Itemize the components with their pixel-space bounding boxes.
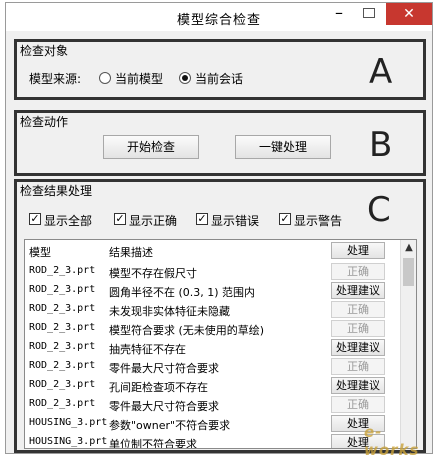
minimize-button[interactable]: – <box>328 5 350 25</box>
row-description: 模型不存在假尺寸 <box>109 267 197 280</box>
panel-b-letter: B <box>369 125 393 165</box>
row-description: 单位制不符合要求 <box>109 438 197 449</box>
column-header-action[interactable]: 处理 <box>331 242 385 259</box>
close-button[interactable]: ✕ <box>386 3 432 25</box>
row-model: ROD_2_3.prt <box>29 265 96 276</box>
panel-a-letter: A <box>369 52 393 92</box>
show-warning-checkbox[interactable]: ✓ <box>279 213 291 225</box>
row-model: HOUSING_3.prt <box>29 436 108 447</box>
results-scrollbar[interactable]: ▲ <box>400 240 416 448</box>
scroll-up-icon[interactable]: ▲ <box>401 240 416 256</box>
row-model: ROD_2_3.prt <box>29 398 96 409</box>
row-description: 抽壳特征不存在 <box>109 343 186 356</box>
row-status-label: 正确 <box>331 396 385 413</box>
panel-check-results: 检查结果处理 ✓ 显示全部 ✓ 显示正确 ✓ 显示错误 ✓ 显示警告 C 模型 … <box>14 179 426 453</box>
row-model: HOUSING_3.prt <box>29 417 108 428</box>
row-action-button[interactable]: 处理建议 <box>331 377 385 394</box>
row-model: ROD_2_3.prt <box>29 360 96 371</box>
table-row[interactable]: ROD_2_3.prt 未发现非实体特征未隐藏 正确 <box>25 301 401 320</box>
table-row[interactable]: HOUSING_3.prt 参数"owner"不符合要求 处理 <box>25 415 401 434</box>
row-model: ROD_2_3.prt <box>29 379 96 390</box>
row-description: 孔间距检查项不存在 <box>109 381 208 394</box>
row-status-label: 正确 <box>331 301 385 318</box>
panel-check-action: 检查动作 开始检查 一键处理 B <box>14 110 426 176</box>
show-all-checkbox[interactable]: ✓ <box>29 213 41 225</box>
table-row[interactable]: ROD_2_3.prt 模型符合要求 (无未使用的草绘) 正确 <box>25 320 401 339</box>
show-error-checkbox[interactable]: ✓ <box>196 213 208 225</box>
row-status-label: 正确 <box>331 263 385 280</box>
row-action-button[interactable]: 处理建议 <box>331 282 385 299</box>
panel-c-legend: 检查结果处理 <box>20 184 93 198</box>
show-correct-label[interactable]: 显示正确 <box>129 212 177 229</box>
column-header-model: 模型 <box>29 246 51 259</box>
show-all-label[interactable]: 显示全部 <box>44 212 92 229</box>
show-correct-checkbox[interactable]: ✓ <box>114 213 126 225</box>
radio-current-session-label[interactable]: 当前会话 <box>195 70 243 87</box>
panel-c-letter: C <box>367 190 391 230</box>
row-model: ROD_2_3.prt <box>29 303 96 314</box>
results-header-row: 模型 结果描述 处理 <box>25 242 401 261</box>
row-description: 圆角半径不在 (0.3, 1) 范围内 <box>109 286 256 299</box>
row-description: 模型符合要求 (无未使用的草绘) <box>109 324 265 337</box>
row-description: 未发现非实体特征未隐藏 <box>109 305 230 318</box>
table-row[interactable]: ROD_2_3.prt 零件最大尺寸符合要求 正确 <box>25 396 401 415</box>
row-status-label: 正确 <box>331 358 385 375</box>
row-status-label: 正确 <box>331 320 385 337</box>
model-check-dialog: 模型综合检查 – ✕ 检查对象 模型来源: 当前模型 当前会话 A 检查动作 开… <box>5 2 433 459</box>
row-description: 参数"owner"不符合要求 <box>109 419 231 432</box>
panel-b-legend: 检查动作 <box>20 115 69 129</box>
show-error-label[interactable]: 显示错误 <box>211 212 259 229</box>
panel-check-target: 检查对象 模型来源: 当前模型 当前会话 A <box>14 39 426 100</box>
row-action-button[interactable]: 处理建议 <box>331 339 385 356</box>
show-warning-label[interactable]: 显示警告 <box>294 212 342 229</box>
table-row[interactable]: ROD_2_3.prt 抽壳特征不存在 处理建议 <box>25 339 401 358</box>
row-model: ROD_2_3.prt <box>29 341 96 352</box>
table-row[interactable]: ROD_2_3.prt 孔间距检查项不存在 处理建议 <box>25 377 401 396</box>
table-row[interactable]: ROD_2_3.prt 零件最大尺寸符合要求 正确 <box>25 358 401 377</box>
row-description: 零件最大尺寸符合要求 <box>109 362 219 375</box>
row-model: ROD_2_3.prt <box>29 284 96 295</box>
title-bar: 模型综合检查 – ✕ <box>6 3 432 31</box>
table-row[interactable]: ROD_2_3.prt 模型不存在假尺寸 正确 <box>25 263 401 282</box>
model-source-label: 模型来源: <box>29 72 82 86</box>
maximize-button[interactable] <box>363 8 375 18</box>
column-header-desc: 结果描述 <box>109 246 153 259</box>
radio-current-session[interactable] <box>179 72 191 84</box>
row-description: 零件最大尺寸符合要求 <box>109 400 219 413</box>
panel-a-legend: 检查对象 <box>20 44 69 58</box>
radio-current-model-label[interactable]: 当前模型 <box>115 70 163 87</box>
radio-current-model[interactable] <box>99 72 111 84</box>
one-click-fix-button[interactable]: 一键处理 <box>235 135 331 159</box>
results-list[interactable]: 模型 结果描述 处理 ROD_2_3.prt 模型不存在假尺寸 正确 ROD_2_3.… <box>24 239 417 449</box>
scroll-thumb[interactable] <box>403 258 414 286</box>
start-check-button[interactable]: 开始检查 <box>103 135 199 159</box>
e-works-watermark: e-works <box>364 423 420 459</box>
row-model: ROD_2_3.prt <box>29 322 96 333</box>
table-row[interactable]: HOUSING_3.prt 单位制不符合要求 处理 <box>25 434 401 449</box>
table-row[interactable]: ROD_2_3.prt 圆角半径不在 (0.3, 1) 范围内 处理建议 <box>25 282 401 301</box>
